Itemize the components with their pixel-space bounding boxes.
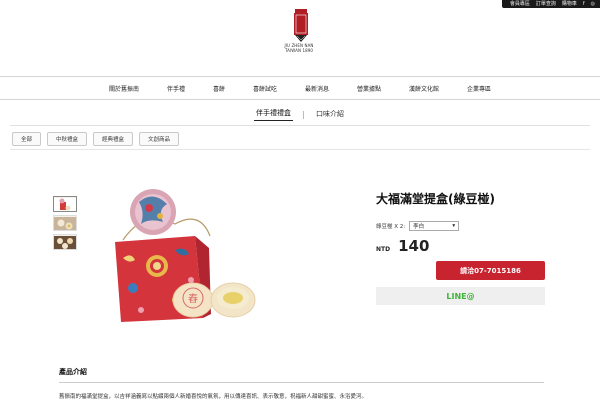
- product-description: 舊振南的福滿堂提盒，以吉祥涵義寫以點綴兩個人新婚喜悅的氣氛，用以傳達喜訊、表示敬…: [59, 394, 368, 400]
- nav-item-about[interactable]: 關於舊振南: [109, 84, 139, 93]
- category-filters: 全部 中秋禮盒 經典禮盒 文創商品: [12, 132, 180, 146]
- product-image: 舂: [105, 188, 270, 328]
- tab-gift-boxes[interactable]: 伴手禮禮盒: [254, 108, 293, 121]
- price-amount: 140: [398, 237, 430, 255]
- instagram-icon[interactable]: ◎: [591, 0, 595, 8]
- line-button[interactable]: LINE@: [376, 287, 545, 305]
- nav-item-stores[interactable]: 營業據點: [357, 84, 381, 93]
- option-select-value: 李白: [413, 224, 425, 230]
- nav-item-gifts[interactable]: 伴手禮: [167, 84, 185, 93]
- nav-item-news[interactable]: 最新消息: [305, 84, 329, 93]
- product-info: 大福滿堂提盒(綠豆椪) 綠豆椪 X 2: 李白 ▾ NTD 140 請洽07-7…: [376, 190, 546, 305]
- product-thumbnail[interactable]: [53, 215, 77, 231]
- nav-item-museum[interactable]: 漢餅文化館: [409, 84, 439, 93]
- facebook-icon[interactable]: f: [583, 0, 585, 8]
- tab-divider: [303, 110, 304, 119]
- divider: [10, 125, 590, 126]
- seal-icon: [293, 9, 309, 43]
- price-currency: NTD: [376, 246, 391, 253]
- stamp-char: 舂: [188, 292, 198, 305]
- product-title: 大福滿堂提盒(綠豆椪): [376, 192, 495, 206]
- option-select[interactable]: 李白 ▾: [409, 221, 460, 231]
- category-classic-button[interactable]: 經典禮盒: [93, 132, 134, 146]
- option-row: 綠豆椪 X 2: 李白 ▾: [376, 221, 546, 231]
- call-button[interactable]: 請洽07-7015186: [436, 261, 545, 280]
- tab-flavors[interactable]: 口味介紹: [314, 109, 346, 121]
- divider: [59, 382, 544, 383]
- sub-tabs: 伴手禮禮盒 口味介紹: [0, 108, 600, 121]
- product-thumbnail[interactable]: [53, 196, 77, 212]
- option-label: 綠豆椪 X 2:: [376, 224, 406, 230]
- member-link[interactable]: 會員專區: [510, 0, 530, 8]
- nav-item-tasting[interactable]: 喜餅試吃: [253, 84, 277, 93]
- nav-item-corporate[interactable]: 企業專區: [467, 84, 491, 93]
- main-nav: 關於舊振南 伴手禮 喜餅 喜餅試吃 最新消息 營業據點 漢餅文化館 企業專區: [0, 76, 600, 100]
- cart-link[interactable]: 購物車: [562, 0, 577, 8]
- brand-tagline: TAIWAN 1890: [284, 48, 314, 53]
- nav-item-wedding-cakes[interactable]: 喜餅: [213, 84, 225, 93]
- product-thumbnail[interactable]: [53, 234, 77, 250]
- price-row: NTD 140: [376, 237, 546, 255]
- category-all-button[interactable]: 全部: [12, 132, 42, 146]
- category-mid-autumn-button[interactable]: 中秋禮盒: [47, 132, 88, 146]
- top-utility-bar: 會員專區 訂單查詢 購物車 f ◎: [501, 0, 600, 8]
- brand-logo[interactable]: JIU ZHEN NAN TAIWAN 1890: [284, 9, 314, 53]
- divider: [10, 149, 590, 150]
- thumbnail-list: [53, 196, 77, 250]
- order-link[interactable]: 訂單查詢: [536, 0, 556, 8]
- section-heading: 產品介紹: [59, 368, 87, 376]
- category-creative-button[interactable]: 文創商品: [139, 132, 180, 146]
- chevron-down-icon: ▾: [452, 223, 456, 229]
